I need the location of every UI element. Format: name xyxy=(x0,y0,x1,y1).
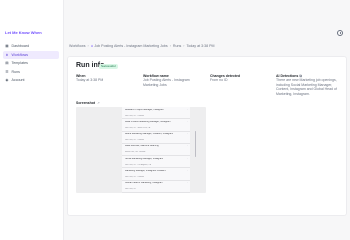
list-item-title: Research Project Manager, Instagram xyxy=(125,108,164,111)
workflow-name-field: Workflow name Job Posting Alerts - Insta… xyxy=(143,74,205,87)
list-item-subtitle: New York, NY · Los Angeles, CA xyxy=(125,163,151,166)
ai-detections-label-text: AI Detections xyxy=(276,74,299,78)
avatar[interactable] xyxy=(337,30,343,36)
chevron-right-icon: › xyxy=(87,44,89,48)
app-title[interactable]: Let Me Know When xyxy=(5,30,42,35)
user-icon: ◉ xyxy=(5,78,9,82)
sidebar-item-label: Workflows xyxy=(11,52,29,57)
list-item-subtitle: New York, NY · Remote xyxy=(125,176,144,179)
list-item: Global Head of Marketing, Instagram New … xyxy=(122,180,190,193)
list-item: Marketing Manager, Instagram Creators Ne… xyxy=(122,168,190,181)
workflow-icon: ⋔ xyxy=(90,44,94,48)
changes-value: From no ID xyxy=(210,78,228,83)
screenshot-scrollbar xyxy=(195,131,197,157)
top-bar xyxy=(64,26,350,38)
arrow-right-icon: → xyxy=(185,120,188,123)
list-item-title: Brand Marketing Manager, Creators, Insta… xyxy=(125,133,174,136)
workflow-icon: ⋔ xyxy=(5,52,9,57)
list-icon: ☰ xyxy=(5,69,9,74)
sidebar-item-account[interactable]: ◉ Account xyxy=(3,76,59,84)
list-item: Research Project Manager, Instagram New … xyxy=(122,107,190,120)
arrow-right-icon: → xyxy=(185,157,188,160)
list-item: Lead Product Marketing Manager, Instagra… xyxy=(122,119,190,132)
arrow-right-icon: → xyxy=(185,182,188,185)
sidebar-item-label: Account xyxy=(11,78,25,82)
sidebar-item-dashboard[interactable]: ▦ Dashboard xyxy=(3,42,59,50)
list-item: Brand Marketing Manager, Creators, Insta… xyxy=(122,131,190,144)
breadcrumb-workflow-name[interactable]: Job Posting Alerts - Instagram Marketing… xyxy=(94,44,167,48)
sidebar-item-workflows[interactable]: ⋔ Workflows xyxy=(3,50,59,59)
list-item-title: Lead Product Marketing Manager, Instagra… xyxy=(125,120,171,123)
list-item-subtitle: New York, NY xyxy=(125,188,137,191)
sidebar-item-label: Dashboard xyxy=(11,44,30,48)
list-item-title: Data Scientist, Machine Learning xyxy=(125,145,159,148)
arrow-right-icon: → xyxy=(185,133,188,136)
chevron-right-icon: › xyxy=(169,44,171,48)
list-item: Data Scientist, Machine Learning Menlo P… xyxy=(122,143,190,157)
breadcrumb-workflows[interactable]: Workflows xyxy=(69,44,86,48)
list-item-subtitle: New York, NY · Remote xyxy=(125,139,144,142)
sidebar-item-label: Runs xyxy=(11,69,20,74)
status-badge: Successful xyxy=(99,63,118,69)
external-link-icon[interactable]: ↗ xyxy=(97,101,100,105)
sidebar-item-label: Templates xyxy=(11,61,28,65)
template-icon: ▤ xyxy=(5,61,9,65)
when-field: When Today at 3:38 PM xyxy=(76,74,136,83)
screenshot-image[interactable]: Research Project Manager, Instagram New … xyxy=(76,107,206,193)
ai-detections-field: AI Detections ⧉ There are new Marketing … xyxy=(276,74,344,96)
sidebar-item-templates[interactable]: ▤ Templates xyxy=(3,59,59,67)
copy-icon[interactable]: ⧉ xyxy=(299,74,302,78)
ai-detections-value: There are new Marketing job openings, in… xyxy=(276,78,337,96)
list-item-subtitle: New York, NY · Remote xyxy=(125,114,144,117)
breadcrumb-current-run: Today at 3:38 PM xyxy=(186,44,215,48)
arrow-right-icon: → xyxy=(185,145,188,148)
breadcrumb: Workflows › ⋔ Job Posting Alerts - Insta… xyxy=(69,44,214,48)
sidebar: Let Me Know When ▦ Dashboard ⋔ Workflows… xyxy=(0,0,64,240)
sidebar-item-runs[interactable]: ☰ Runs xyxy=(3,68,59,76)
list-item-subtitle: Menlo Park, CA · Remote xyxy=(125,151,146,154)
list-item-title: Social Marketing Manager, Instagram xyxy=(125,157,164,160)
breadcrumb-runs[interactable]: Runs xyxy=(173,44,181,48)
screenshot-label-text: Screenshot xyxy=(76,101,96,105)
workflow-name-value: Job Posting Alerts - Instagram Marketing… xyxy=(143,78,190,87)
list-item: Social Marketing Manager, Instagram New … xyxy=(122,156,190,169)
list-item-title: Marketing Manager, Instagram Creators xyxy=(125,170,166,173)
sidebar-nav: ▦ Dashboard ⋔ Workflows ▤ Templates ☰ Ru… xyxy=(3,42,59,85)
screenshot-label: Screenshot ↗ xyxy=(76,101,100,105)
changes-field: Changes detected From no ID xyxy=(210,74,272,83)
arrow-right-icon: → xyxy=(185,170,188,173)
grid-icon: ▦ xyxy=(5,44,9,48)
list-item-title: Global Head of Marketing, Instagram xyxy=(125,182,163,185)
screenshot-job-list: Research Project Manager, Instagram New … xyxy=(122,107,190,193)
run-info-card: Run info Successful When Today at 3:38 P… xyxy=(67,56,347,216)
when-value: Today at 3:38 PM xyxy=(76,78,104,83)
list-item-subtitle: New York, NY · Menlo Park, CA xyxy=(125,126,151,129)
chevron-right-icon: › xyxy=(183,44,185,48)
arrow-right-icon: → xyxy=(185,108,188,111)
